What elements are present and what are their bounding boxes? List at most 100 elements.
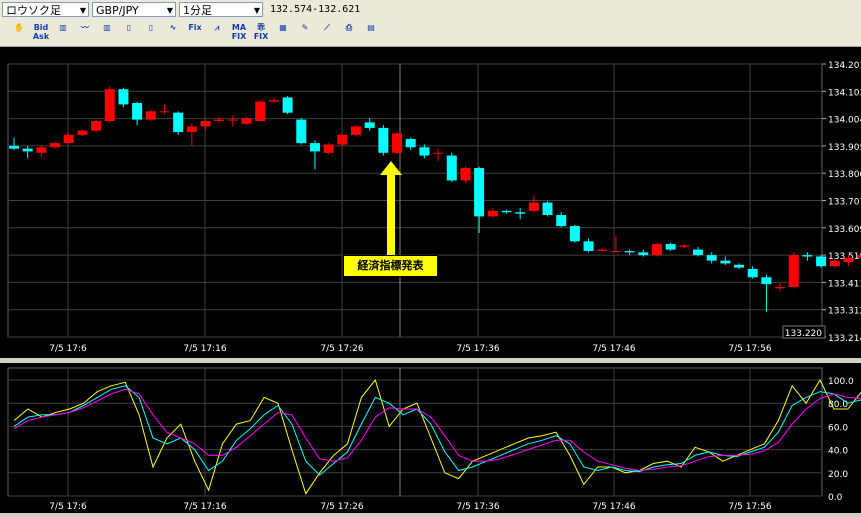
candle-body	[597, 249, 608, 251]
candle-body	[542, 202, 553, 216]
y-tick-label: 133.905	[828, 143, 861, 153]
candle-body	[173, 112, 184, 133]
x-tick-label: 7/5 17:26	[320, 502, 364, 512]
y-tick-label: 133.214	[828, 334, 861, 344]
y-tick-label: 60.0	[828, 423, 848, 433]
candle-body	[351, 126, 361, 135]
plot-frame	[7, 367, 823, 497]
candle-body	[474, 168, 485, 217]
candle-body	[364, 122, 375, 128]
x-tick-label: 7/5 17:36	[456, 502, 500, 512]
candle-body	[816, 256, 827, 267]
candle-body	[460, 168, 471, 181]
candle-body	[392, 133, 403, 153]
candle-body	[214, 119, 225, 121]
wave-fix-icon[interactable]: ⩘	[208, 23, 226, 41]
line-chart-icon[interactable]: ∿	[164, 23, 182, 41]
y-tick-label: 133.312	[828, 307, 861, 317]
y-tick-label: 40.0	[828, 447, 848, 457]
x-tick-label: 7/5 17:26	[320, 344, 364, 354]
stochastic-panel[interactable]: 100.0 80.0 60.0 40.0 20.0 0.0 7/5 17:6 7/5 17:1…	[0, 363, 861, 513]
chart-type-select[interactable]: ロウソク足 ▼	[2, 2, 89, 17]
candle-body	[788, 255, 799, 287]
candle-body	[378, 127, 389, 153]
event-annotation: 経済指標発表	[343, 255, 438, 277]
event-arrow-shaft	[387, 175, 395, 255]
candle-body	[323, 144, 334, 153]
timeframe-value: 1分足	[183, 4, 212, 17]
candle-body	[706, 255, 717, 261]
top-toolbar: ロウソク足 ▼ GBP/JPY ▼ 1分足 ▼ 132.574-132.621	[0, 0, 861, 21]
candle-body	[91, 120, 102, 131]
candle-body	[720, 260, 731, 264]
price-range-label: 132.574-132.621	[270, 4, 361, 15]
candle-body	[255, 101, 266, 121]
price-chart-svg: 134.201 134.103 134.004 133.905 133.806 133.7…	[7, 61, 861, 354]
timeframe-select[interactable]: 1分足 ▼	[179, 2, 263, 17]
candle-body	[282, 97, 293, 113]
candle-body	[857, 255, 861, 258]
grid-fix-icon[interactable]: ▦	[274, 23, 292, 41]
candle-body	[610, 250, 621, 252]
x-tick-label: 7/5 17:16	[183, 344, 227, 354]
candle-body	[515, 212, 526, 214]
bid-ask-icon[interactable]: Bid Ask	[32, 23, 50, 41]
candle-body	[528, 202, 539, 211]
notes-icon[interactable]: ▤	[362, 23, 380, 41]
candle-chart-alt-icon[interactable]: ▯	[142, 23, 160, 41]
candle-body	[309, 143, 320, 152]
candle-body	[747, 268, 758, 278]
candle-body	[665, 244, 676, 250]
candle-body	[569, 226, 580, 242]
candle-body	[624, 250, 635, 253]
y-tick-label: 20.0	[828, 470, 848, 480]
chevron-down-icon: ▼	[166, 6, 173, 15]
print-icon[interactable]: ⎙	[340, 23, 358, 41]
candle-body	[556, 215, 567, 227]
hand-icon[interactable]: ✋	[10, 23, 28, 41]
indicator-icon[interactable]: 〰	[76, 23, 94, 41]
y-tick-label: 133.707	[828, 198, 861, 208]
chevron-down-icon: ▼	[79, 6, 86, 15]
chevron-down-icon: ▼	[253, 6, 260, 15]
event-arrow-head	[380, 161, 402, 175]
candle-body	[104, 89, 115, 121]
candle-body	[829, 260, 840, 267]
trend-icon[interactable]: ⟋	[318, 23, 336, 41]
pair-value: GBP/JPY	[96, 4, 139, 17]
stoch-slow-line	[13, 388, 861, 472]
candle-body	[36, 147, 47, 153]
candle-body	[241, 118, 252, 124]
candle-body	[638, 252, 649, 256]
candle-body	[268, 100, 279, 102]
chart-type-value: ロウソク足	[6, 4, 61, 17]
osc-fix-icon[interactable]: 乖 FIX	[252, 23, 270, 41]
candle-body	[419, 147, 430, 156]
y-tick-label: 133.806	[828, 170, 861, 180]
y-tick-label: 133.609	[828, 225, 861, 235]
candle-body	[583, 241, 594, 251]
candle-body	[186, 126, 197, 133]
candle-body	[118, 89, 129, 105]
y-tick-label: 0.0	[828, 493, 843, 503]
pair-select[interactable]: GBP/JPY ▼	[92, 2, 176, 17]
current-price-label: 133.220	[785, 329, 822, 339]
candle-mode-icon[interactable]: ▥	[54, 23, 72, 41]
stochastic-chart-svg: 100.080.060.040.020.00.07/5 17:6 7/5 17:1…	[7, 367, 861, 512]
candle-body	[296, 119, 307, 144]
candle-chart-icon[interactable]: ▯	[120, 23, 138, 41]
candle-body	[843, 257, 854, 263]
candle-body	[22, 148, 33, 152]
price-chart-panel[interactable]: 134.201 134.103 134.004 133.905 133.806 133.7…	[0, 47, 861, 361]
pencil-icon[interactable]: ✎	[296, 23, 314, 41]
x-tick-label: 7/5 17:36	[456, 344, 500, 354]
x-tick-label: 7/5 17:6	[49, 344, 87, 354]
candle-body	[50, 143, 61, 148]
candle-body	[734, 264, 745, 268]
candle-body	[693, 249, 703, 256]
candle-body	[9, 145, 19, 149]
bar-chart-icon[interactable]: ▥	[98, 23, 116, 41]
y-tick-label: 134.201	[828, 61, 861, 71]
ma-fix-icon[interactable]: MA FIX	[230, 23, 248, 41]
fix-icon[interactable]: Fix	[186, 23, 204, 41]
